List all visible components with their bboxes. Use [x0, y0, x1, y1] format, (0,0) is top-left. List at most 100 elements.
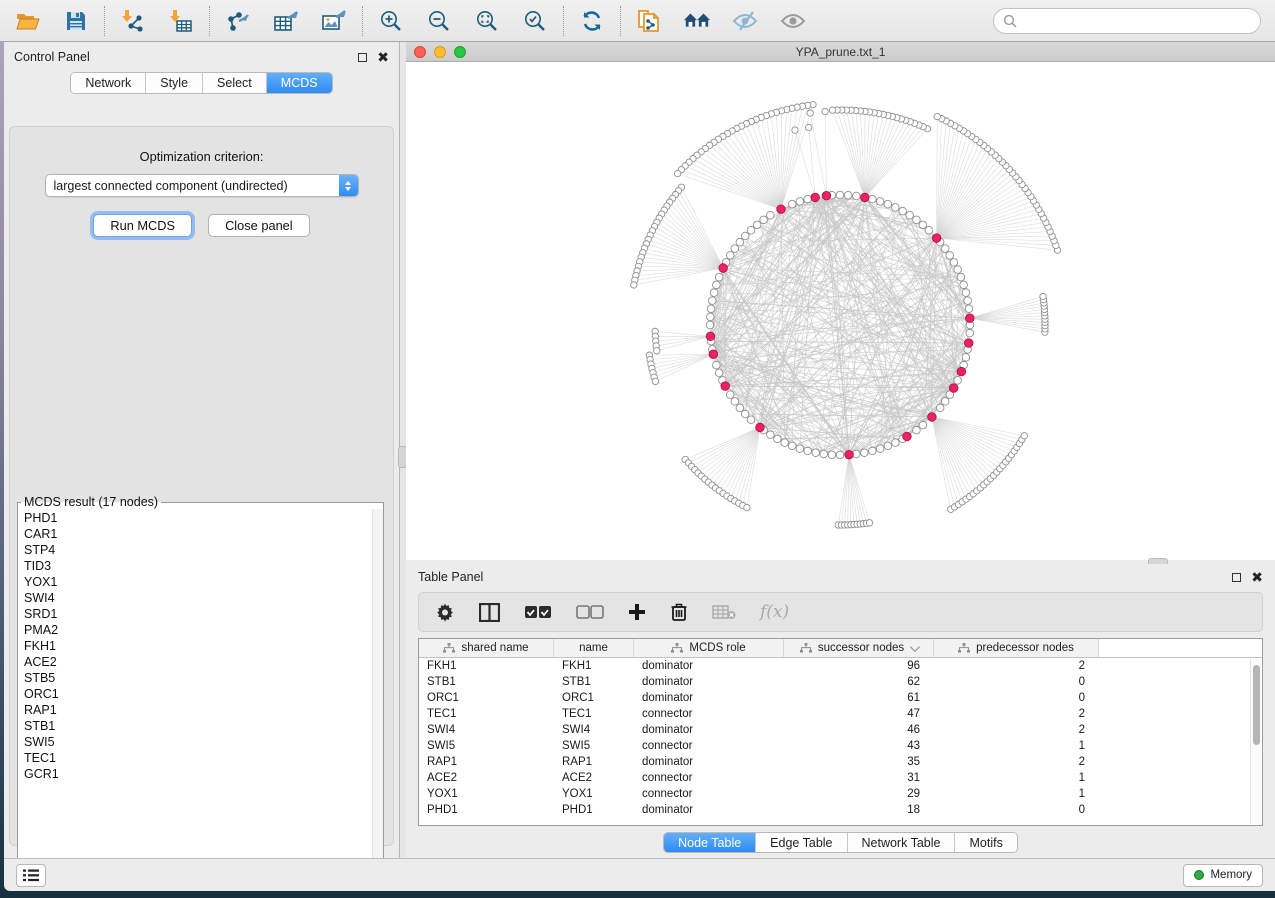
network-node[interactable] [941, 398, 949, 406]
network-hub-node[interactable] [845, 450, 854, 459]
network-node[interactable] [964, 297, 972, 305]
network-node[interactable] [946, 252, 954, 260]
network-edge[interactable] [937, 149, 988, 238]
zoom-selected-button[interactable] [521, 7, 549, 35]
network-node[interactable] [804, 195, 812, 203]
network-hub-node[interactable] [811, 193, 820, 202]
network-node[interactable] [884, 200, 892, 208]
network-node[interactable] [760, 216, 768, 224]
network-leaf-node[interactable] [674, 170, 680, 176]
network-node[interactable] [726, 391, 734, 399]
network-node[interactable] [731, 398, 739, 406]
network-leaf-node[interactable] [866, 520, 872, 526]
tab-motifs[interactable]: Motifs [955, 833, 1016, 852]
network-edge[interactable] [932, 417, 1019, 444]
network-edge[interactable] [932, 417, 1000, 469]
network-node[interactable] [741, 232, 749, 240]
tab-network-table[interactable]: Network Table [848, 833, 956, 852]
network-edge[interactable] [932, 417, 990, 479]
network-edge[interactable] [735, 427, 760, 500]
network-hub-node[interactable] [903, 432, 912, 441]
network-node[interactable] [913, 426, 921, 434]
network-edge[interactable] [937, 126, 955, 238]
network-hub-node[interactable] [756, 423, 765, 432]
network-node[interactable] [836, 191, 844, 199]
network-node[interactable] [747, 416, 755, 424]
zoom-fit-button[interactable] [473, 7, 501, 35]
network-node[interactable] [713, 361, 721, 369]
network-edge[interactable] [746, 124, 781, 209]
network-node[interactable] [781, 439, 789, 447]
hide-selected-button[interactable] [731, 7, 759, 35]
network-edge[interactable] [681, 170, 781, 209]
select-all-button[interactable] [524, 605, 552, 619]
mcds-result-item[interactable]: SRD1 [18, 606, 383, 622]
mcds-result-item[interactable]: GCR1 [18, 766, 383, 782]
network-node[interactable] [941, 245, 949, 253]
network-edge[interactable] [712, 427, 760, 485]
run-mcds-button[interactable]: Run MCDS [93, 214, 192, 237]
network-node[interactable] [726, 252, 734, 260]
deselect-all-button[interactable] [576, 605, 604, 619]
network-edge[interactable] [781, 108, 792, 209]
network-edge[interactable] [810, 113, 826, 196]
network-leaf-node[interactable] [1021, 433, 1027, 439]
network-node[interactable] [709, 297, 717, 305]
mcds-result-item[interactable]: ACE2 [18, 654, 383, 670]
network-window-titlebar[interactable]: YPA_prune.txt_1 [406, 42, 1275, 62]
table-row[interactable]: FKH1FKH1dominator962 [419, 658, 1262, 674]
network-edge[interactable] [932, 417, 1014, 451]
mcds-result-item[interactable]: SWI4 [18, 590, 383, 606]
tab-edge-table[interactable]: Edge Table [756, 833, 847, 852]
network-node[interactable] [892, 439, 900, 447]
network-node[interactable] [706, 313, 714, 321]
network-node[interactable] [957, 273, 965, 281]
tab-mcds[interactable]: MCDS [267, 73, 332, 93]
network-edge[interactable] [932, 417, 973, 494]
table-row[interactable]: YOX1YOX1connector291 [419, 786, 1262, 802]
table-row[interactable]: PHD1PHD1dominator180 [419, 802, 1262, 818]
export-image-button[interactable] [320, 7, 348, 35]
network-node[interactable] [753, 221, 761, 229]
network-edge[interactable] [781, 105, 808, 209]
network-node[interactable] [899, 207, 907, 215]
network-edge[interactable] [849, 455, 869, 523]
table-row[interactable]: SWI4SWI4dominator462 [419, 722, 1262, 738]
criterion-select[interactable]: largest connected component (undirected) [45, 174, 359, 197]
network-node[interactable] [828, 451, 836, 459]
column-header-shared-name[interactable]: shared name [419, 639, 554, 657]
zoom-in-button[interactable] [377, 7, 405, 35]
mcds-result-item[interactable]: FKH1 [18, 638, 383, 654]
network-edge[interactable] [932, 417, 959, 504]
network-edge[interactable] [705, 427, 760, 479]
search-input[interactable] [1023, 14, 1251, 28]
toggle-column-panel-button[interactable] [479, 603, 500, 622]
network-leaf-node[interactable] [652, 378, 658, 384]
network-edge[interactable] [865, 123, 915, 197]
network-node[interactable] [892, 204, 900, 212]
table-row[interactable]: ORC1ORC1dominator610 [419, 690, 1262, 706]
network-edge[interactable] [865, 118, 897, 198]
network-edge[interactable] [838, 455, 849, 525]
network-edge[interactable] [659, 218, 723, 268]
mcds-result-item[interactable]: TID3 [18, 558, 383, 574]
network-edge[interactable] [655, 227, 724, 268]
close-panel-icon[interactable]: ✖ [1251, 573, 1263, 582]
network-node[interactable] [919, 221, 927, 229]
network-node[interactable] [774, 435, 782, 443]
zoom-out-button[interactable] [425, 7, 453, 35]
network-node[interactable] [936, 404, 944, 412]
network-hub-node[interactable] [709, 350, 718, 359]
network-node[interactable] [966, 329, 974, 337]
network-edge[interactable] [692, 427, 760, 466]
network-node[interactable] [869, 195, 877, 203]
mcds-result-item[interactable]: RAP1 [18, 702, 383, 718]
network-edge[interactable] [672, 198, 723, 268]
float-panel-icon[interactable] [1232, 573, 1241, 582]
network-edge[interactable] [937, 238, 1058, 250]
network-node[interactable] [962, 289, 970, 297]
network-node[interactable] [919, 421, 927, 429]
network-edge[interactable] [670, 202, 724, 268]
network-node[interactable] [950, 259, 958, 267]
table-row[interactable]: TEC1TEC1connector472 [419, 706, 1262, 722]
